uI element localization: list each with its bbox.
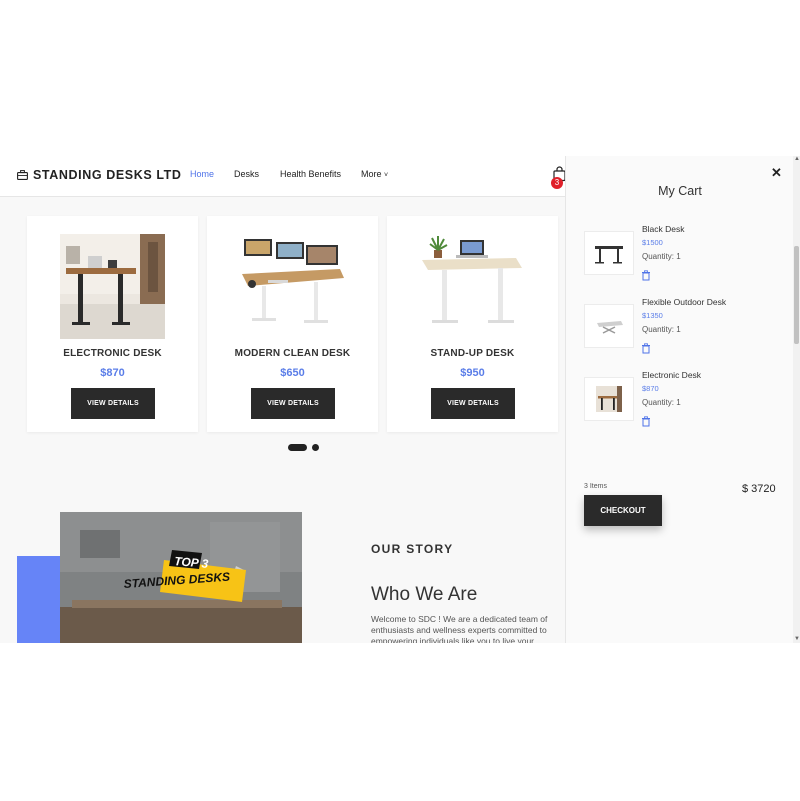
cart-item: Electronic Desk $870 Quantity: 1 xyxy=(584,370,784,435)
cart-item-name: Electronic Desk xyxy=(642,370,702,380)
story-accent-block xyxy=(17,556,60,643)
briefcase-icon xyxy=(17,170,28,180)
product-card: ELECTRONIC DESK $870 VIEW DETAILS xyxy=(27,216,198,432)
product-image-modern-clean-desk xyxy=(240,234,345,339)
checkout-button[interactable]: CHECKOUT xyxy=(584,495,662,526)
cart-item-quantity: Quantity: 1 xyxy=(642,252,681,261)
carousel-dot-active[interactable] xyxy=(288,444,307,451)
cart-item-name: Flexible Outdoor Desk xyxy=(642,297,727,307)
brand-logo[interactable]: STANDING DESKS LTD xyxy=(17,168,182,182)
banner-line-top: TOP 3 xyxy=(174,554,209,571)
view-details-button[interactable]: VIEW DETAILS xyxy=(71,388,155,419)
nav-health-benefits[interactable]: Health Benefits xyxy=(280,169,341,179)
main-content: STANDING DESKS LTD Home Desks Health Ben… xyxy=(0,156,565,643)
cart-item: Flexible Outdoor Desk $1350 Quantity: 1 xyxy=(584,297,784,362)
cart-item-price: $870 xyxy=(642,384,659,393)
nav-desks[interactable]: Desks xyxy=(234,169,259,179)
product-image-stand-up-desk xyxy=(420,234,525,339)
cart-title: My Cart xyxy=(658,184,702,198)
trash-icon[interactable] xyxy=(641,414,651,427)
product-name: STAND-UP DESK xyxy=(430,348,515,359)
product-price: $870 xyxy=(100,367,125,379)
page-scrollbar[interactable]: ▲ ▼ xyxy=(793,156,800,643)
carousel-pagination xyxy=(288,444,328,452)
product-image-electronic-desk xyxy=(60,234,165,339)
cart-item-thumbnail xyxy=(584,231,634,275)
product-name: MODERN CLEAN DESK xyxy=(234,348,351,359)
cart-item-price: $1500 xyxy=(642,238,663,247)
product-card: MODERN CLEAN DESK $650 VIEW DETAILS xyxy=(207,216,378,432)
chevron-down-icon: ˅ xyxy=(384,172,389,179)
cart-item-thumbnail xyxy=(584,377,634,421)
story-text: Welcome to SDC ! We are a dedicated team… xyxy=(371,614,548,643)
scroll-up-icon[interactable]: ▲ xyxy=(794,156,800,162)
story-title: Who We Are xyxy=(371,584,478,605)
view-details-button[interactable]: VIEW DETAILS xyxy=(251,388,335,419)
cart-item-quantity: Quantity: 1 xyxy=(642,325,681,334)
trash-icon[interactable] xyxy=(641,341,651,354)
scrollbar-thumb[interactable] xyxy=(794,246,799,344)
story-section-label: OUR STORY xyxy=(371,542,454,556)
product-card: STAND-UP DESK $950 VIEW DETAILS xyxy=(387,216,558,432)
cart-item-price: $1350 xyxy=(642,311,663,320)
cart-item-count: 3 Items xyxy=(584,483,607,490)
view-details-button[interactable]: VIEW DETAILS xyxy=(431,388,515,419)
product-name: ELECTRONIC DESK xyxy=(63,348,162,359)
story-image: TOP 3 STANDING DESKS xyxy=(60,512,302,643)
scroll-down-icon[interactable]: ▼ xyxy=(794,636,800,642)
close-icon[interactable]: ✕ xyxy=(771,165,782,181)
cart-item: Black Desk $1500 Quantity: 1 xyxy=(584,224,784,289)
brand-name: STANDING DESKS LTD xyxy=(33,168,182,182)
nav-more[interactable]: More ˅ xyxy=(361,169,388,179)
nav-home[interactable]: Home xyxy=(190,169,214,179)
cart-button[interactable]: 3 xyxy=(550,166,565,189)
cart-item-name: Black Desk xyxy=(642,224,685,234)
product-carousel: ELECTRONIC DESK $870 VIEW DETAILS MODERN… xyxy=(27,216,560,436)
carousel-dot[interactable] xyxy=(312,444,319,451)
trash-icon[interactable] xyxy=(641,268,651,281)
top-navbar: STANDING DESKS LTD Home Desks Health Ben… xyxy=(0,156,565,197)
product-price: $950 xyxy=(460,367,485,379)
cart-drawer: ✕ My Cart Black Desk $1500 Quantity: 1 F… xyxy=(565,156,794,643)
cart-count-badge: 3 xyxy=(551,177,563,189)
cart-item-quantity: Quantity: 1 xyxy=(642,398,681,407)
app-viewport: STANDING DESKS LTD Home Desks Health Ben… xyxy=(0,156,800,643)
nav-more-label: More xyxy=(361,169,382,179)
cart-item-thumbnail xyxy=(584,304,634,348)
cart-total: $ 3720 xyxy=(742,483,776,495)
product-price: $650 xyxy=(280,367,305,379)
